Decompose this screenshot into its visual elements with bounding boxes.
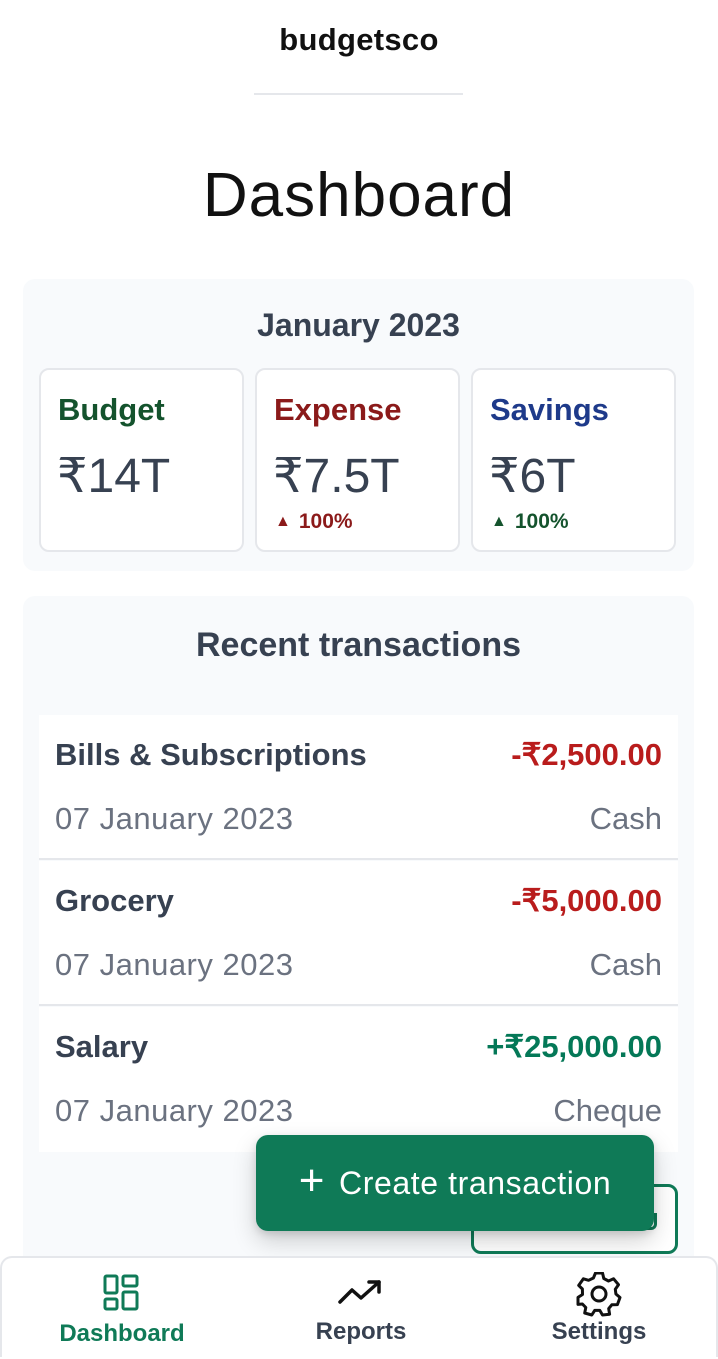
- transaction-date: 07 January 2023: [55, 801, 294, 836]
- transaction-row[interactable]: Bills & Subscriptions -₹2,500.00 07 Janu…: [39, 715, 678, 860]
- nav-label-dashboard: Dashboard: [59, 1320, 185, 1347]
- app-brand: budgetsco: [279, 22, 439, 57]
- create-transaction-button[interactable]: + Create transaction: [256, 1135, 654, 1231]
- expense-change: ▲ 100%: [275, 510, 353, 534]
- nav-item-dashboard[interactable]: Dashboard: [2, 1258, 242, 1359]
- savings-value: ₹6T: [489, 450, 576, 503]
- plus-icon: +: [298, 1156, 325, 1205]
- transaction-category: Salary: [55, 1029, 149, 1064]
- nav-label-settings: Settings: [551, 1318, 647, 1345]
- transaction-amount: +₹25,000.00: [486, 1029, 662, 1064]
- recent-transactions-title: Recent transactions: [196, 626, 521, 664]
- expense-card[interactable]: Expense ₹7.5T ▲ 100%: [255, 368, 460, 552]
- expense-label: Expense: [274, 392, 402, 427]
- savings-label: Savings: [490, 392, 609, 427]
- budget-label: Budget: [58, 392, 165, 427]
- nav-item-reports[interactable]: Reports: [241, 1258, 481, 1359]
- savings-change-value: 100%: [514, 510, 569, 533]
- expense-change-value: 100%: [298, 510, 353, 533]
- trending-up-icon: [338, 1280, 381, 1304]
- transaction-amount: -₹2,500.00: [511, 737, 662, 772]
- header-divider: [254, 93, 463, 95]
- transaction-date: 07 January 2023: [55, 947, 294, 982]
- transaction-category: Bills & Subscriptions: [55, 737, 367, 772]
- triangle-up-icon: ▲: [275, 513, 291, 530]
- transaction-row[interactable]: Salary +₹25,000.00 07 January 2023 Chequ…: [39, 1007, 678, 1152]
- bottom-nav: Dashboard Reports Settings: [0, 1256, 718, 1357]
- monthly-summary-panel: January 2023 Budget ₹14T Expense ₹7.5T ▲…: [23, 279, 694, 571]
- row-divider: [39, 1004, 678, 1006]
- summary-period: January 2023: [257, 307, 460, 343]
- transaction-payment-method: Cheque: [553, 1093, 662, 1128]
- transaction-payment-method: Cash: [589, 801, 662, 836]
- budget-value: ₹14T: [57, 450, 171, 503]
- transaction-date: 07 January 2023: [55, 1093, 294, 1128]
- savings-card[interactable]: Savings ₹6T ▲ 100%: [471, 368, 676, 552]
- nav-item-settings[interactable]: Settings: [479, 1258, 718, 1359]
- row-divider: [39, 858, 678, 860]
- dashboard-grid-icon: [103, 1274, 139, 1311]
- savings-change: ▲ 100%: [491, 510, 569, 534]
- page-title: Dashboard: [202, 161, 516, 230]
- nav-label-reports: Reports: [315, 1318, 407, 1345]
- transaction-amount: -₹5,000.00: [511, 883, 662, 918]
- triangle-up-icon: ▲: [491, 513, 507, 530]
- transaction-row[interactable]: Grocery -₹5,000.00 07 January 2023 Cash: [39, 861, 678, 1006]
- budget-card[interactable]: Budget ₹14T: [39, 368, 244, 552]
- transaction-payment-method: Cash: [589, 947, 662, 982]
- transaction-category: Grocery: [55, 883, 174, 918]
- create-transaction-label: Create transaction: [339, 1164, 612, 1201]
- expense-value: ₹7.5T: [273, 450, 400, 503]
- gear-icon: [576, 1272, 622, 1317]
